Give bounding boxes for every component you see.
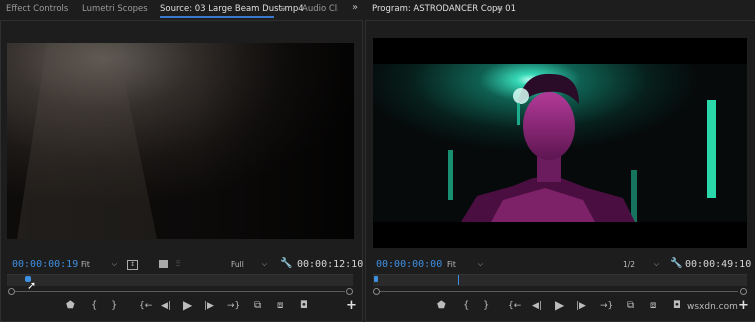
source-resolution-select[interactable]: Full ⌵: [231, 260, 267, 269]
program-zoom-end-handle[interactable]: [740, 288, 747, 295]
program-menu-icon[interactable]: ≡: [496, 4, 503, 14]
go-to-out-icon[interactable]: →}: [600, 301, 613, 311]
marker-icon[interactable]: ⬟: [437, 301, 446, 311]
step-back-icon[interactable]: ◀|: [532, 301, 542, 311]
go-to-in-icon[interactable]: {←: [508, 301, 521, 311]
active-tab-indicator: [160, 16, 274, 18]
source-zoom-scrollbar[interactable]: [15, 291, 345, 292]
mark-in-icon[interactable]: {: [463, 301, 469, 311]
plus-icon[interactable]: +: [738, 299, 749, 312]
program-zoom-value: Fit: [447, 260, 456, 269]
drag-audio-icon[interactable]: ⫶⫶: [176, 259, 180, 269]
chevron-down-icon: ⌵: [477, 260, 483, 268]
program-zoom-select[interactable]: Fit ⌵: [447, 260, 483, 269]
source-video-frame: [7, 43, 354, 239]
chevron-down-icon: ⌵: [653, 260, 659, 268]
extract-icon[interactable]: ⧈: [650, 301, 656, 311]
program-time-ruler[interactable]: [373, 274, 747, 286]
mark-out-icon[interactable]: }: [483, 301, 489, 311]
source-settings-wrench-icon[interactable]: 🔧: [280, 259, 292, 269]
go-to-in-icon[interactable]: {←: [139, 301, 152, 311]
program-resolution-select[interactable]: 1/2 ⌵: [623, 260, 659, 269]
lift-icon[interactable]: ⧉: [627, 301, 634, 311]
program-resolution-value: 1/2: [623, 260, 636, 269]
program-edit-point-marker: [458, 275, 459, 285]
source-current-time[interactable]: 00:00:00:19: [12, 259, 78, 270]
insert-icon[interactable]: ⧉: [254, 301, 261, 311]
camera-icon[interactable]: ◘: [300, 301, 308, 311]
program-playhead[interactable]: [374, 276, 378, 282]
drag-video-icon[interactable]: [159, 260, 168, 268]
overwrite-icon[interactable]: ⧈: [277, 301, 283, 311]
go-to-out-icon[interactable]: →}: [227, 301, 240, 311]
program-zoom-start-handle[interactable]: [373, 288, 380, 295]
program-current-time[interactable]: 00:00:00:00: [376, 259, 442, 270]
plus-icon[interactable]: +: [346, 299, 357, 312]
tab-lumetri-scopes[interactable]: Lumetri Scopes: [82, 4, 148, 14]
step-back-icon[interactable]: ◀|: [161, 301, 171, 311]
watermark: wsxdn.com: [687, 302, 738, 312]
source-zoom-value: Fit: [81, 260, 90, 269]
program-title: Program: ASTRODANCER Copy 01: [372, 4, 516, 14]
mark-out-icon[interactable]: }: [111, 301, 117, 311]
source-zoom-select[interactable]: Fit ⌵: [81, 260, 117, 269]
tab-effect-controls[interactable]: Effect Controls: [6, 4, 68, 14]
source-zoom-start-handle[interactable]: [8, 288, 15, 295]
program-video-viewer[interactable]: [373, 38, 747, 248]
source-menu-icon[interactable]: ≡: [280, 4, 287, 14]
program-duration: 00:00:49:10: [685, 259, 752, 270]
source-duration: 00:00:12:10: [297, 259, 364, 270]
chevron-down-icon: ⌵: [111, 260, 117, 268]
source-time-ruler[interactable]: [7, 274, 353, 286]
source-video-viewer[interactable]: [7, 43, 354, 239]
play-icon[interactable]: ▶: [183, 299, 192, 311]
safe-margins-icon[interactable]: ↕: [127, 260, 138, 270]
mark-in-icon[interactable]: {: [91, 301, 97, 311]
tab-overflow-icon[interactable]: »: [352, 2, 358, 13]
source-resolution-value: Full: [231, 260, 244, 269]
camera-icon[interactable]: ◘: [673, 301, 681, 311]
source-zoom-end-handle[interactable]: [346, 288, 353, 295]
program-zoom-scrollbar[interactable]: [380, 291, 738, 292]
step-forward-icon[interactable]: |▶: [576, 301, 586, 311]
step-forward-icon[interactable]: |▶: [204, 301, 214, 311]
program-settings-wrench-icon[interactable]: 🔧: [670, 259, 682, 269]
marker-icon[interactable]: ⬟: [66, 301, 75, 311]
program-video-frame: [373, 38, 747, 248]
tab-audio-clip[interactable]: Audio Clip: [302, 4, 338, 14]
play-icon[interactable]: ▶: [555, 299, 564, 311]
mouse-cursor-icon: ➚: [27, 279, 37, 292]
chevron-down-icon: ⌵: [261, 260, 267, 268]
